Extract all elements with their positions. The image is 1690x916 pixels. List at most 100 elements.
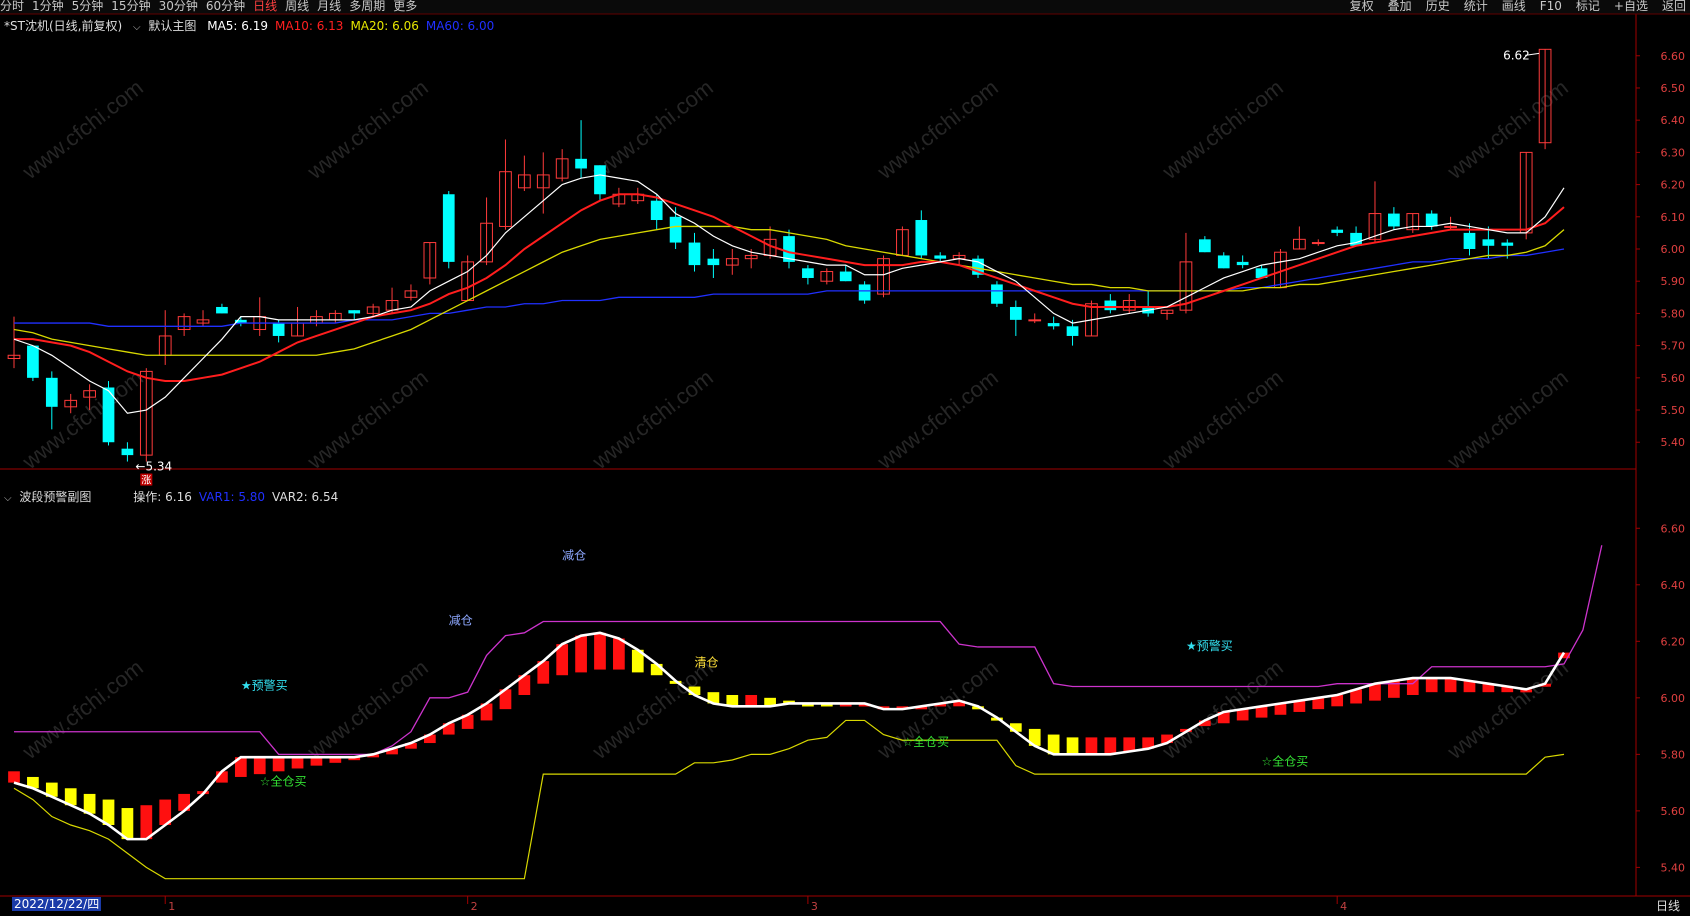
signal-annotation: ★预警买 xyxy=(1186,638,1233,653)
var1-line xyxy=(13,719,1565,880)
sub-ytick: 6.20 xyxy=(1661,635,1686,648)
signal-annotation: 减仓 xyxy=(562,548,586,562)
candle-body xyxy=(839,271,852,282)
signal-annotation: ★预警买 xyxy=(241,677,288,692)
candle-body xyxy=(1066,326,1079,336)
low-badge: 涨 xyxy=(141,475,151,487)
operation-bar xyxy=(613,638,625,670)
signal-annotation: 清仓 xyxy=(694,656,718,670)
sub-ytick: 5.60 xyxy=(1661,805,1686,818)
candle-body xyxy=(1425,213,1438,227)
main-ytick: 6.20 xyxy=(1661,179,1686,192)
candle-body xyxy=(216,306,228,314)
kline-chart[interactable]: www.cfchi.com www.cfchi.com www.cfchi.com w… xyxy=(0,0,1690,916)
candle-body xyxy=(934,255,947,259)
candle-body xyxy=(1198,239,1211,253)
main-ytick: 5.40 xyxy=(1661,436,1686,449)
main-ytick: 6.50 xyxy=(1661,82,1686,95)
candle-body xyxy=(650,200,663,221)
main-ytick: 6.60 xyxy=(1661,50,1686,63)
candle-body xyxy=(45,377,58,407)
sub-ytick: 6.60 xyxy=(1661,522,1686,535)
signal-annotation: ☆全仓买 xyxy=(902,734,949,749)
watermark-text: www.cfchi.com xyxy=(1157,365,1288,475)
sub-ytick: 6.00 xyxy=(1661,692,1686,705)
candle-body xyxy=(1028,319,1042,322)
candle-body xyxy=(991,284,1003,304)
candle-body xyxy=(915,220,928,256)
candle-body xyxy=(1217,255,1230,269)
operation-bar xyxy=(253,757,266,775)
operation-bar xyxy=(1444,678,1457,693)
month-label: 3 xyxy=(811,900,818,913)
candle-body xyxy=(1331,229,1344,233)
candle-body xyxy=(858,284,871,301)
candle-body xyxy=(1104,300,1117,311)
operation-bar xyxy=(745,695,758,707)
signal-annotation: 减仓 xyxy=(449,613,473,627)
watermark-text: www.cfchi.com xyxy=(302,365,433,475)
candle-body xyxy=(1311,242,1325,245)
operation-bar xyxy=(140,805,153,840)
operation-bar xyxy=(1425,678,1438,693)
sub-ytick: 5.80 xyxy=(1661,748,1686,761)
candle-body xyxy=(1009,306,1022,320)
candle-body xyxy=(707,258,720,266)
candle-body xyxy=(27,345,39,378)
ma10-line xyxy=(14,193,1565,383)
main-ytick: 5.50 xyxy=(1661,404,1686,417)
sub-ytick: 6.40 xyxy=(1661,579,1686,592)
operation-bar xyxy=(272,757,285,772)
candle-body xyxy=(1463,232,1476,249)
cursor-date: 2022/12/22/四 xyxy=(12,897,102,911)
candle-body xyxy=(1236,261,1249,266)
main-ytick: 5.80 xyxy=(1661,307,1686,320)
watermark-text: www.cfchi.com xyxy=(1442,365,1573,475)
operation-bar xyxy=(594,632,606,670)
signal-annotation: ☆全仓买 xyxy=(260,773,307,788)
candle-body xyxy=(1444,225,1457,228)
signal-annotation: ☆全仓买 xyxy=(1262,754,1309,769)
watermark-text: www.cfchi.com xyxy=(17,75,148,185)
low-price-label: ←5.34 xyxy=(135,460,172,474)
watermark-text: www.cfchi.com xyxy=(302,75,433,185)
watermark-text: www.cfchi.com xyxy=(872,365,1003,475)
operation-bar xyxy=(291,757,304,769)
candle-body xyxy=(1047,323,1060,327)
operation-bar xyxy=(575,635,587,673)
candle-body xyxy=(1501,242,1514,246)
main-ytick: 6.00 xyxy=(1661,243,1686,256)
main-ytick: 5.90 xyxy=(1661,275,1686,288)
month-label: 2 xyxy=(471,900,478,913)
watermark-text: www.cfchi.com xyxy=(1157,75,1288,185)
watermark-text: www.cfchi.com xyxy=(587,75,718,185)
candle-body xyxy=(442,194,455,262)
main-ytick: 6.10 xyxy=(1661,211,1686,224)
operation-bar xyxy=(1123,737,1136,752)
candle-body xyxy=(1388,213,1400,227)
watermark-layer: www.cfchi.com www.cfchi.com www.cfchi.com w… xyxy=(17,75,1573,765)
candle-body xyxy=(688,242,701,266)
candle-body xyxy=(272,323,285,336)
operation-bar xyxy=(1104,737,1117,755)
watermark-text: www.cfchi.com xyxy=(17,655,148,765)
watermark-text: www.cfchi.com xyxy=(587,365,718,475)
watermark-text: www.cfchi.com xyxy=(1157,655,1288,765)
month-label: 4 xyxy=(1340,900,1347,913)
operation-bar xyxy=(1085,737,1098,755)
watermark-text: www.cfchi.com xyxy=(872,75,1003,185)
watermark-text: www.cfchi.com xyxy=(17,365,148,475)
candle-body xyxy=(575,158,587,169)
trend-line xyxy=(13,631,1566,841)
candle-body xyxy=(348,310,361,314)
sub-ytick: 5.40 xyxy=(1661,861,1686,874)
operation-bar xyxy=(1066,737,1079,755)
main-ytick: 5.70 xyxy=(1661,340,1686,353)
candle-body xyxy=(802,268,814,278)
var2-line xyxy=(14,545,1603,755)
main-ytick: 6.30 xyxy=(1661,146,1686,159)
candle-body xyxy=(669,216,682,243)
main-ytick: 5.60 xyxy=(1661,372,1686,385)
period-indicator[interactable]: 日线 xyxy=(1656,897,1680,914)
main-ytick: 6.40 xyxy=(1661,114,1686,127)
